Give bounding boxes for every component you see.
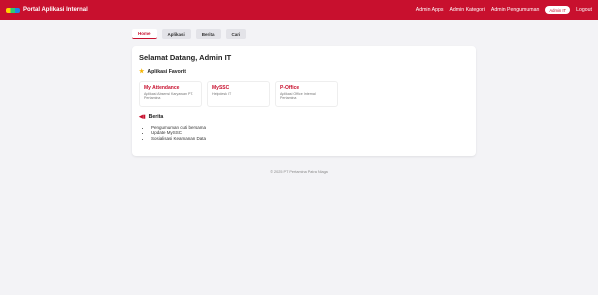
welcome-heading: Selamat Datang, Admin IT [139, 53, 232, 62]
news-list: Pengumuman cuti bersama Update MySSC Sos… [139, 125, 469, 141]
nav-links: Admin Apps Admin Kategori Admin Pengumum… [416, 6, 592, 14]
user-badge[interactable]: Admin IT [545, 6, 571, 14]
favorite-apps: My Attendance Aplikasi Absensi Karyawan … [139, 81, 469, 107]
nav-admin-apps[interactable]: Admin Apps [416, 7, 444, 13]
company-logo-icon [6, 7, 20, 13]
app-description: Helpdesk IT [212, 92, 232, 96]
nav-admin-kategori[interactable]: Admin Kategori [449, 7, 484, 13]
app-description: Aplikasi Office Internal Pertamina [280, 92, 316, 101]
nav-admin-pengumuman[interactable]: Admin Pengumuman [491, 7, 539, 13]
news-title: Berita [148, 114, 164, 120]
app-title: P-Office [280, 85, 300, 91]
tab-cari[interactable]: Cari [225, 29, 247, 39]
news-item[interactable]: Sosialisasi Keamanan Data [151, 136, 469, 141]
tab-home[interactable]: Home [132, 29, 157, 39]
news-heading: ◀▮ Berita [139, 114, 469, 120]
dashboard-card: Selamat Datang, Admin IT ★ Aplikasi Favo… [132, 46, 476, 156]
tab-berita[interactable]: Berita [195, 29, 221, 39]
app-title: My Attendance [144, 85, 180, 91]
megaphone-icon: ◀▮ [139, 114, 146, 120]
brand-title: Portal Aplikasi Internal [23, 7, 88, 13]
brand[interactable]: Portal Aplikasi Internal [6, 7, 88, 13]
favorites-heading: ★ Aplikasi Favorit [139, 68, 469, 76]
app-card-p-office[interactable]: P-Office Aplikasi Office Internal Pertam… [275, 81, 338, 107]
app-title: MySSC [212, 85, 230, 91]
app-card-myssc[interactable]: MySSC Helpdesk IT [207, 81, 270, 107]
top-navbar: Portal Aplikasi Internal Admin Apps Admi… [0, 0, 598, 20]
app-description: Aplikasi Absensi Karyawan PT. Pertamina [144, 92, 194, 101]
favorites-title: Aplikasi Favorit [147, 68, 187, 75]
footer-copyright: © 2025 PT Pertamina Patra Niaga [270, 170, 328, 174]
main-tabs: Home Aplikasi Berita Cari [132, 29, 247, 39]
tab-aplikasi[interactable]: Aplikasi [161, 29, 191, 39]
app-card-my-attendance[interactable]: My Attendance Aplikasi Absensi Karyawan … [139, 81, 202, 107]
logout-link[interactable]: Logout [576, 7, 592, 13]
star-icon: ★ [139, 69, 145, 75]
